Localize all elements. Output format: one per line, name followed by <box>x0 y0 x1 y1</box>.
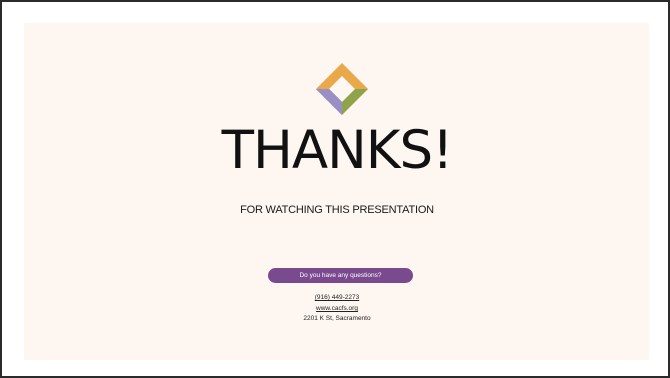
subtitle-text: FOR WATCHING THIS PRESENTATION <box>240 204 434 216</box>
diamond-logo-icon <box>316 63 368 115</box>
slide-frame: THANKS! FOR WATCHING THIS PRESENTATION D… <box>0 0 670 378</box>
page-title: THANKS! <box>221 120 454 181</box>
address-text: 2201 K St, Sacramento <box>303 315 371 322</box>
phone-link[interactable]: (916) 449-2273 <box>2 294 670 302</box>
website-link[interactable]: www.cacfs.org <box>2 305 670 313</box>
questions-button[interactable]: Do you have any questions? <box>268 268 413 283</box>
